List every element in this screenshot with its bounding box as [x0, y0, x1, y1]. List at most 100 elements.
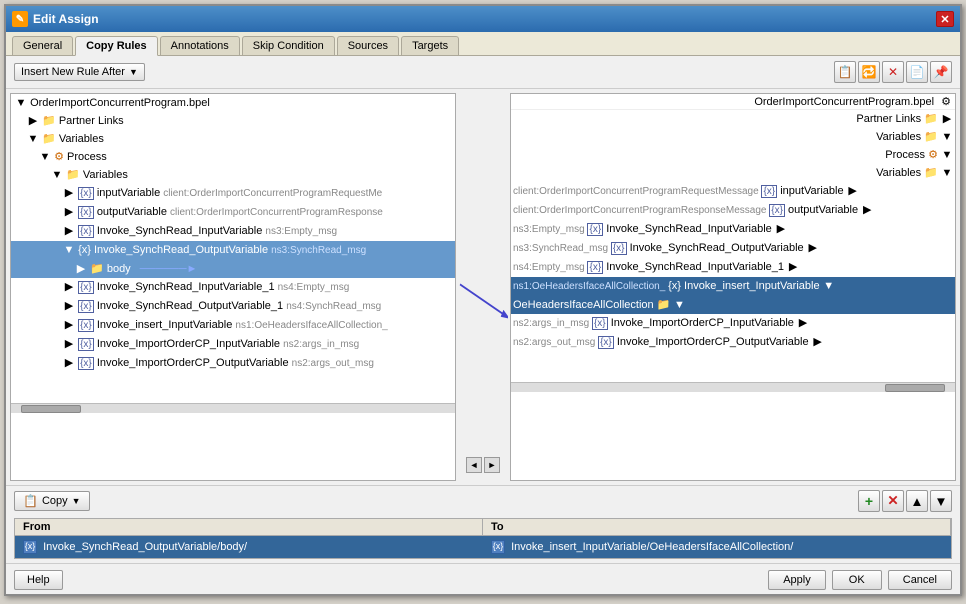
left-variables-root[interactable]: ▼ 📁 Variables — [11, 130, 455, 148]
help-button[interactable]: Help — [14, 570, 63, 590]
insert-btn-arrow: ▼ — [129, 67, 138, 77]
ok-button[interactable]: OK — [832, 570, 882, 590]
left-partner-links[interactable]: ▶ 📁 Partner Links — [11, 112, 455, 130]
tab-targets[interactable]: Targets — [401, 36, 459, 55]
expand-icon[interactable]: ▼ — [941, 147, 953, 163]
expand-icon[interactable]: ▶ — [63, 279, 75, 295]
right-synch-input-1[interactable]: ns4:Empty_msg {x} Invoke_SynchRead_Input… — [511, 258, 955, 277]
left-insert-input[interactable]: ▶ {x} Invoke_insert_InputVariable ns1:Oe… — [11, 316, 455, 335]
expand-icon[interactable]: ▶ — [812, 334, 824, 350]
right-insert-input[interactable]: ns1:OeHeadersIfaceAllCollection_ {x} Inv… — [511, 277, 955, 296]
item-label: Variables — [59, 133, 104, 145]
move-up-button[interactable]: ▲ — [906, 490, 928, 512]
to-header: To — [483, 519, 951, 535]
right-input-variable[interactable]: client:OrderImportConcurrentProgramReque… — [511, 182, 955, 201]
expand-icon[interactable]: ▼ — [941, 129, 953, 145]
toolbar-copy-icon[interactable]: 📋 — [834, 61, 856, 83]
right-tree-scrollbar[interactable] — [511, 382, 955, 392]
right-synch-input[interactable]: ns3:Empty_msg {x} Invoke_SynchRead_Input… — [511, 220, 955, 239]
main-buttons: Apply OK Cancel — [768, 570, 952, 590]
expand-icon[interactable]: ▶ — [807, 240, 819, 256]
item-label: inputVariable — [97, 187, 163, 199]
cancel-button[interactable]: Cancel — [888, 570, 952, 590]
remove-rule-button[interactable]: ✕ — [882, 490, 904, 512]
tab-sources[interactable]: Sources — [337, 36, 399, 55]
left-process-variables[interactable]: ▼ 📁 Variables — [11, 166, 455, 184]
scroll-right-btn[interactable]: ► — [484, 457, 500, 473]
right-root-node[interactable]: OrderImportConcurrentProgram.bpel ⚙ — [511, 94, 955, 110]
title-bar: ✎ Edit Assign ✕ — [6, 6, 960, 32]
right-partner-links[interactable]: Partner Links 📁 ▶ — [511, 110, 955, 128]
left-synch-output-1[interactable]: ▶ {x} Invoke_SynchRead_OutputVariable_1 … — [11, 297, 455, 316]
toolbar-doc-icon[interactable]: 📄 — [906, 61, 928, 83]
expand-icon[interactable]: ▼ — [27, 131, 39, 147]
expand-icon[interactable]: ▶ — [63, 223, 75, 239]
var-icon: {x} — [78, 244, 91, 256]
expand-icon[interactable]: ▶ — [787, 259, 799, 275]
expand-icon[interactable]: ▼ — [15, 95, 27, 111]
expand-icon[interactable]: ▼ — [51, 167, 63, 183]
copy-table: From To {x} Invoke_SynchRead_OutputVaria… — [14, 518, 952, 559]
tab-skip-condition[interactable]: Skip Condition — [242, 36, 335, 55]
left-tree-scrollbar[interactable] — [11, 403, 455, 413]
left-output-variable[interactable]: ▶ {x} outputVariable client:OrderImportC… — [11, 203, 455, 222]
expand-icon[interactable]: ▶ — [75, 261, 87, 277]
expand-icon[interactable]: ▼ — [63, 242, 75, 258]
expand-icon[interactable]: ▶ — [27, 113, 39, 129]
scroll-left-btn[interactable]: ◄ — [466, 457, 482, 473]
expand-icon[interactable]: ▶ — [847, 183, 859, 199]
left-root-node[interactable]: ▼ OrderImportConcurrentProgram.bpel — [11, 94, 455, 112]
left-synch-input[interactable]: ▶ {x} Invoke_SynchRead_InputVariable ns3… — [11, 222, 455, 241]
tab-general[interactable]: General — [12, 36, 73, 55]
right-process[interactable]: Process ⚙ ▼ — [511, 146, 955, 164]
right-variables-root[interactable]: Variables 📁 ▼ — [511, 128, 955, 146]
right-synch-output[interactable]: ns3:SynchRead_msg {x} Invoke_SynchRead_O… — [511, 239, 955, 258]
add-rule-button[interactable]: + — [858, 490, 880, 512]
main-window: ✎ Edit Assign ✕ General Copy Rules Annot… — [4, 4, 962, 596]
expand-icon[interactable]: ▼ — [39, 149, 51, 165]
left-synch-output[interactable]: ▼ {x} Invoke_SynchRead_OutputVariable ns… — [11, 241, 455, 260]
left-importordercp-output[interactable]: ▶ {x} Invoke_ImportOrderCP_OutputVariabl… — [11, 354, 455, 373]
expand-icon[interactable]: ▶ — [63, 336, 75, 352]
right-output-variable[interactable]: client:OrderImportConcurrentProgramRespo… — [511, 201, 955, 220]
from-cell-icon: {x} — [23, 540, 37, 554]
copy-button[interactable]: 📋 Copy ▼ — [14, 491, 90, 511]
expand-icon[interactable]: ▶ — [775, 221, 787, 237]
expand-icon[interactable]: ▶ — [63, 204, 75, 220]
right-importordercp-input[interactable]: ns2:args_in_msg {x} Invoke_ImportOrderCP… — [511, 314, 955, 333]
expand-icon[interactable]: ▼ — [823, 278, 835, 294]
expand-icon[interactable]: ▶ — [941, 111, 953, 127]
item-label: Invoke_insert_InputVariable — [97, 319, 236, 331]
var-icon: {x} — [78, 357, 94, 370]
toolbar-delete-icon[interactable]: ✕ — [882, 61, 904, 83]
insert-new-rule-button[interactable]: Insert New Rule After ▼ — [14, 63, 145, 81]
apply-button[interactable]: Apply — [768, 570, 826, 590]
left-process[interactable]: ▼ ⚙ Process — [11, 148, 455, 166]
close-button[interactable]: ✕ — [936, 11, 954, 27]
left-input-variable[interactable]: ▶ {x} inputVariable client:OrderImportCo… — [11, 184, 455, 203]
expand-icon[interactable]: ▶ — [63, 355, 75, 371]
right-tree-panel[interactable]: OrderImportConcurrentProgram.bpel ⚙ Part… — [510, 93, 956, 481]
tab-copy-rules[interactable]: Copy Rules — [75, 36, 158, 56]
left-tree-panel[interactable]: ▼ OrderImportConcurrentProgram.bpel ▶ 📁 … — [10, 93, 456, 481]
right-oe-headers[interactable]: OeHeadersIfaceAllCollection 📁 ▼ — [511, 296, 955, 314]
left-body[interactable]: ▶ 📁 body ──────► — [11, 260, 455, 278]
expand-icon[interactable]: ▶ — [63, 298, 75, 314]
left-synch-input-1[interactable]: ▶ {x} Invoke_SynchRead_InputVariable_1 n… — [11, 278, 455, 297]
toolbar-refresh-icon[interactable]: 🔁 — [858, 61, 880, 83]
expand-icon[interactable]: ▶ — [63, 317, 75, 333]
toolbar-pin-icon[interactable]: 📌 — [930, 61, 952, 83]
expand-icon[interactable]: ▶ — [797, 315, 809, 331]
right-process-variables[interactable]: Variables 📁 ▼ — [511, 164, 955, 182]
move-down-button[interactable]: ▼ — [930, 490, 952, 512]
process-icon: ⚙ — [928, 149, 938, 161]
expand-icon[interactable]: ▶ — [861, 202, 873, 218]
expand-icon[interactable]: ▼ — [673, 297, 685, 313]
tab-annotations[interactable]: Annotations — [160, 36, 240, 55]
expand-icon[interactable]: ▼ — [941, 165, 953, 181]
right-importordercp-output[interactable]: ns2:args_out_msg {x} Invoke_ImportOrderC… — [511, 333, 955, 352]
copy-table-row[interactable]: {x} Invoke_SynchRead_OutputVariable/body… — [15, 536, 951, 558]
connector-svg — [458, 89, 508, 485]
expand-icon[interactable]: ▶ — [63, 185, 75, 201]
left-importordercp-input[interactable]: ▶ {x} Invoke_ImportOrderCP_InputVariable… — [11, 335, 455, 354]
